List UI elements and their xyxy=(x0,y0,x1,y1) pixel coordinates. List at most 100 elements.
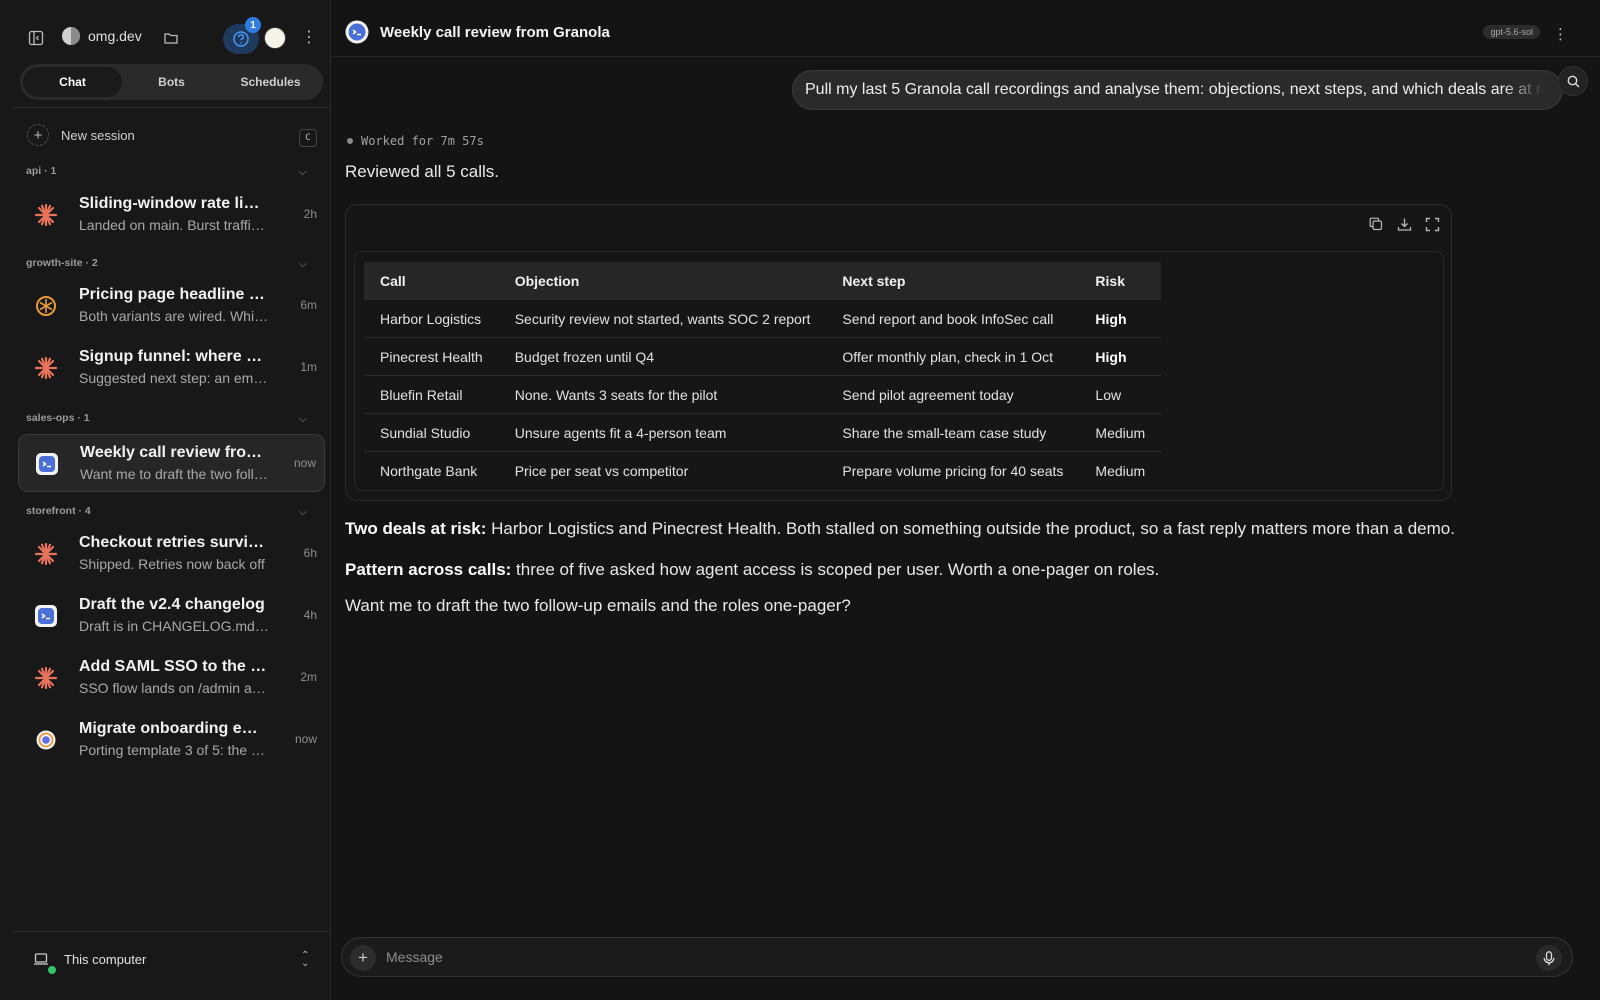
sidebar-tabs: Chat Bots Schedules xyxy=(20,64,323,100)
plus-icon: + xyxy=(27,124,49,146)
table-card: Call Objection Next step Risk Harbor Log… xyxy=(345,204,1452,501)
model-badge[interactable]: gpt-5.6-sol xyxy=(1483,25,1540,39)
more-vertical-icon[interactable]: ⋮ xyxy=(1553,25,1568,43)
bubble-fade xyxy=(1502,71,1562,109)
folder-icon[interactable] xyxy=(160,27,182,49)
tab-schedules[interactable]: Schedules xyxy=(221,67,320,97)
new-session-shortcut: C xyxy=(299,129,317,147)
cell-call: Pinecrest Health xyxy=(364,337,499,376)
summary-text-pattern: three of five asked how agent access is … xyxy=(511,560,1160,579)
group-header-api[interactable]: api · 1 xyxy=(26,165,56,177)
download-icon[interactable] xyxy=(1397,217,1413,233)
cell-call: Bluefin Retail xyxy=(364,375,499,414)
session-title: Add SAML SSO to the admin xyxy=(79,658,269,675)
worked-text: Worked for 7m 57s xyxy=(361,134,484,148)
chevron-down-icon[interactable]: ⌵ xyxy=(299,259,307,270)
session-item[interactable]: Add SAML SSO to the admin SSO flow lands… xyxy=(18,649,325,707)
session-item[interactable]: Signup funnel: where users drop Suggeste… xyxy=(18,339,325,397)
session-subtitle: Suggested next step: an email nudge xyxy=(79,370,269,386)
cell-next-step: Share the small-team case study xyxy=(826,413,1080,452)
cell-risk: High xyxy=(1079,299,1162,338)
gemini-icon xyxy=(34,728,58,752)
session-time: 6m xyxy=(300,298,317,312)
status-dot xyxy=(347,138,353,144)
cell-objection: Security review not started, wants SOC 2… xyxy=(498,299,827,338)
mic-button[interactable] xyxy=(1536,945,1562,971)
session-item-active[interactable]: Weekly call review from Granola Want me … xyxy=(18,434,325,492)
user-message-text: Pull my last 5 Granola call recordings a… xyxy=(805,81,1563,98)
brand[interactable]: omg.dev xyxy=(62,27,142,45)
session-title: Weekly call review from Granola xyxy=(80,444,270,461)
chevron-down-icon[interactable]: ⌵ xyxy=(299,414,307,425)
terminal-icon xyxy=(345,20,369,44)
cell-next-step: Send pilot agreement today xyxy=(826,375,1080,414)
session-title: Signup funnel: where users drop xyxy=(79,348,269,365)
computer-label: This computer xyxy=(64,951,147,967)
session-time: 1m xyxy=(300,360,317,374)
help-icon xyxy=(233,31,249,47)
terminal-icon xyxy=(34,604,58,628)
cell-objection: Price per seat vs competitor xyxy=(498,451,827,489)
terminal-icon xyxy=(35,452,59,476)
session-subtitle: Both variants are wired. Which one ships… xyxy=(79,308,269,324)
user-message: Pull my last 5 Granola call recordings a… xyxy=(792,70,1563,110)
sidebar-divider xyxy=(12,107,330,108)
chevron-down-icon[interactable]: ⌵ xyxy=(299,507,307,518)
call-review-table: Call Objection Next step Risk Harbor Log… xyxy=(364,262,1162,489)
assistant-intro: Reviewed all 5 calls. xyxy=(345,162,500,181)
sidebar-toggle-icon[interactable] xyxy=(25,27,47,49)
session-title: Sliding-window rate limiter xyxy=(79,195,269,212)
session-item[interactable]: Checkout retries survive outage Shipped.… xyxy=(18,525,325,583)
sidebar: omg.dev 1 ⋮ Chat Bots Schedules + New se… xyxy=(0,0,331,1000)
search-button[interactable] xyxy=(1558,66,1588,96)
table-row: Harbor Logistics Security review not sta… xyxy=(364,299,1162,338)
session-time: 2m xyxy=(300,670,317,684)
tab-chat[interactable]: Chat xyxy=(23,67,122,97)
microphone-icon xyxy=(1543,950,1555,965)
brand-name: omg.dev xyxy=(88,28,142,44)
computer-selector[interactable]: This computer xyxy=(30,948,147,974)
session-item[interactable]: Sliding-window rate limiter Landed on ma… xyxy=(18,186,325,244)
group-header-sales-ops[interactable]: sales-ops · 1 xyxy=(26,412,90,424)
table-container: Call Objection Next step Risk Harbor Log… xyxy=(354,251,1444,491)
column-header-risk: Risk xyxy=(1079,262,1162,300)
column-header-call: Call xyxy=(364,262,499,300)
more-vertical-icon[interactable]: ⋮ xyxy=(301,27,317,47)
cell-call: Harbor Logistics xyxy=(364,299,499,338)
worked-status[interactable]: Worked for 7m 57s xyxy=(347,134,484,148)
tab-bots[interactable]: Bots xyxy=(122,67,221,97)
laptop-icon xyxy=(30,948,56,974)
notification-badge: 1 xyxy=(245,17,261,33)
session-subtitle: Draft is in CHANGELOG.md for review xyxy=(79,618,269,634)
cell-risk: Low xyxy=(1079,375,1162,414)
cell-next-step: Offer monthly plan, check in 1 Oct xyxy=(826,337,1080,376)
claude-icon xyxy=(34,356,58,380)
group-header-storefront[interactable]: storefront · 4 xyxy=(26,505,91,517)
cell-call: Northgate Bank xyxy=(364,451,499,489)
group-header-growth-site[interactable]: growth-site · 2 xyxy=(26,257,98,269)
session-item[interactable]: Migrate onboarding emails Porting templa… xyxy=(18,711,325,769)
summary-paragraph-pattern: Pattern across calls: three of five aske… xyxy=(345,560,1159,580)
session-time: 4h xyxy=(303,608,317,622)
session-subtitle: Shipped. Retries now back off xyxy=(79,556,265,572)
chat-title: Weekly call review from Granola xyxy=(380,24,610,41)
session-subtitle: Want me to draft the two follow-up email… xyxy=(80,466,270,482)
chevron-up-down-icon[interactable]: ⌃ ⌄ xyxy=(301,951,309,969)
expand-icon[interactable] xyxy=(1425,217,1441,233)
cell-next-step: Prepare volume pricing for 40 seats xyxy=(826,451,1080,489)
new-session-button[interactable]: + New session xyxy=(27,124,135,146)
cell-call: Sundial Studio xyxy=(364,413,499,452)
session-item[interactable]: Draft the v2.4 changelog Draft is in CHA… xyxy=(18,587,325,645)
summary-label-risk: Two deals at risk: xyxy=(345,519,487,538)
chevron-down-icon[interactable]: ⌵ xyxy=(299,167,307,178)
cell-risk: Medium xyxy=(1079,451,1162,489)
session-time: 2h xyxy=(303,207,317,221)
session-title: Checkout retries survive outage xyxy=(79,534,269,551)
copy-icon[interactable] xyxy=(1369,217,1385,233)
attach-plus-icon[interactable]: + xyxy=(350,945,376,971)
message-composer: + xyxy=(341,937,1573,977)
user-avatar[interactable] xyxy=(264,27,286,49)
session-item[interactable]: Pricing page headline test Both variants… xyxy=(18,277,325,335)
column-header-next-step: Next step xyxy=(826,262,1080,300)
message-input[interactable] xyxy=(384,948,1488,966)
